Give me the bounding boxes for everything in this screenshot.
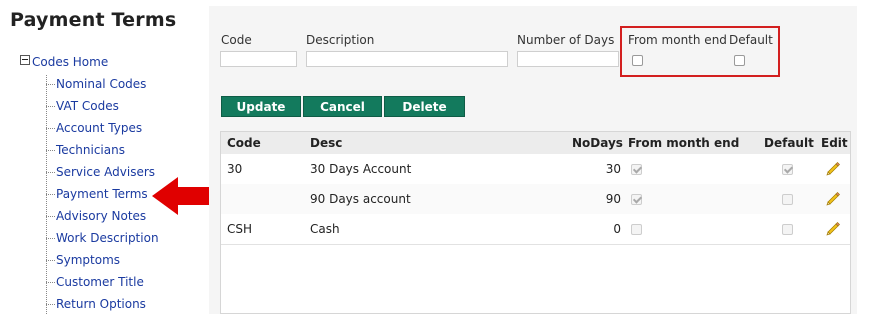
pencil-icon[interactable] — [825, 190, 842, 207]
tree-root-label[interactable]: Codes Home — [32, 55, 108, 69]
tree-item-label[interactable]: Nominal Codes — [56, 77, 146, 91]
grid-header: Code Desc NoDays From month end Default … — [221, 132, 850, 155]
tree-item-label[interactable]: Account Types — [56, 121, 142, 135]
row-nodays: 30 — [605, 162, 621, 176]
tree-item-label[interactable]: Payment Terms — [56, 187, 148, 201]
table-row[interactable]: CSH Cash 0 — [221, 214, 850, 245]
tree-item-label[interactable]: Advisory Notes — [56, 209, 146, 223]
code-input[interactable] — [220, 51, 297, 67]
row-default-checkbox — [782, 164, 793, 175]
row-desc: Cash — [310, 222, 340, 236]
minus-box-icon[interactable] — [20, 55, 30, 65]
tree-branch-line — [46, 106, 55, 107]
tree-branch-line — [46, 194, 55, 195]
delete-button[interactable]: Delete — [384, 96, 465, 117]
update-button[interactable]: Update — [221, 96, 301, 117]
row-code: 30 — [227, 162, 243, 176]
tree-branch-line — [46, 304, 55, 305]
row-nodays: 90 — [605, 192, 621, 206]
tree-branch-line — [46, 282, 55, 283]
header-nodays[interactable]: NoDays — [572, 136, 623, 150]
pencil-icon[interactable] — [825, 160, 842, 177]
number-of-days-input[interactable] — [517, 51, 619, 67]
row-from-month-end-checkbox — [631, 164, 642, 175]
tree-item-label[interactable]: Return Options — [56, 297, 146, 311]
number-of-days-label: Number of Days — [517, 33, 615, 47]
tree-item-label[interactable]: Technicians — [56, 143, 125, 157]
row-desc: 30 Days Account — [310, 162, 412, 176]
tree-item-label[interactable]: Customer Title — [56, 275, 144, 289]
tree-branch-line — [46, 172, 55, 173]
highlight-box — [620, 26, 780, 77]
red-arrow-icon — [152, 177, 214, 215]
tree-branch-line — [46, 216, 55, 217]
row-default-checkbox — [782, 194, 793, 205]
table-row[interactable]: 30 30 Days Account 30 — [221, 154, 850, 185]
header-desc[interactable]: Desc — [310, 136, 342, 150]
row-code: CSH — [227, 222, 253, 236]
tree-branch-line — [46, 238, 55, 239]
row-default-checkbox — [782, 224, 793, 235]
tree-item-label[interactable]: Work Description — [56, 231, 159, 245]
page-title: Payment Terms — [10, 9, 177, 31]
header-edit: Edit — [821, 136, 848, 150]
row-nodays: 0 — [613, 222, 621, 236]
tree-item-label[interactable]: Service Advisers — [56, 165, 155, 179]
header-default[interactable]: Default — [764, 136, 814, 150]
payment-terms-grid: Code Desc NoDays From month end Default … — [220, 131, 851, 314]
table-row[interactable]: 90 Days account 90 — [221, 184, 850, 215]
description-input[interactable] — [306, 51, 508, 67]
tree-root[interactable]: Codes Home — [20, 55, 108, 69]
tree-branch-line — [46, 150, 55, 151]
tree-branch-line — [46, 128, 55, 129]
pencil-icon[interactable] — [825, 220, 842, 237]
row-from-month-end-checkbox — [631, 224, 642, 235]
tree-item-label[interactable]: VAT Codes — [56, 99, 119, 113]
tree-item-label[interactable]: Symptoms — [56, 253, 120, 267]
header-from-month-end[interactable]: From month end — [628, 136, 739, 150]
tree-branch-line — [46, 260, 55, 261]
row-from-month-end-checkbox — [631, 194, 642, 205]
header-code[interactable]: Code — [227, 136, 261, 150]
code-label: Code — [221, 33, 252, 47]
tree-branch-line — [46, 84, 55, 85]
cancel-button[interactable]: Cancel — [303, 96, 382, 117]
row-desc: 90 Days account — [310, 192, 411, 206]
description-label: Description — [306, 33, 375, 47]
